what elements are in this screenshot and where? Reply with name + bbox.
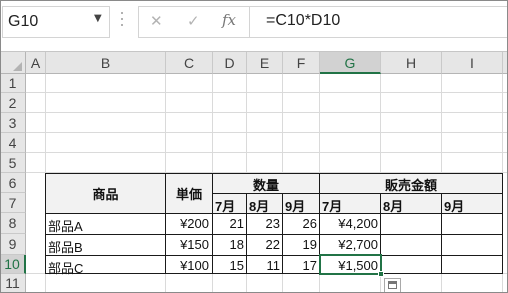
window-frame — [0, 0, 508, 293]
